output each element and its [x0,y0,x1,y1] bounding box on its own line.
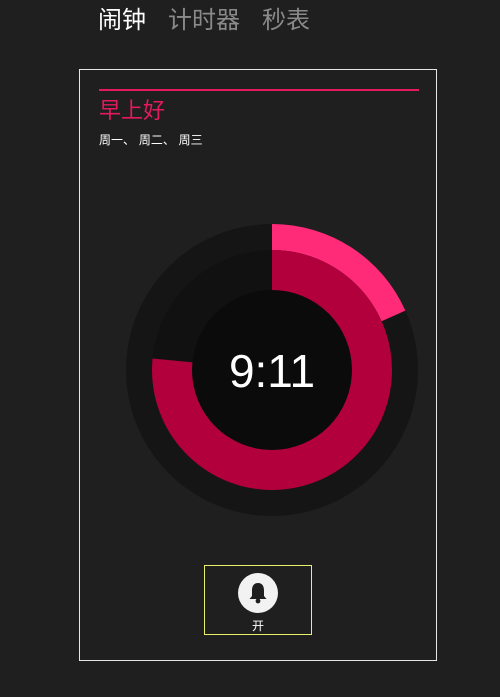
card-accent-line [99,89,419,91]
alarm-time: 9:11 [229,345,315,397]
alarm-dial[interactable]: 9:11 [126,208,418,530]
alarm-toggle-button[interactable]: 开 [204,565,312,635]
tab-timer[interactable]: 计时器 [168,4,240,36]
alarm-toggle-label: 开 [251,619,264,633]
pivot-tabs: 闹钟 计时器 秒表 [98,4,310,36]
bell-icon [249,583,267,604]
alarm-card[interactable]: 早上好 周一、 周二、 周三 9:11 开 [79,69,437,661]
bell-icon-circle [238,573,278,613]
tab-alarm[interactable]: 闹钟 [98,4,146,36]
alarm-title: 早上好 [99,99,166,124]
tab-stopwatch[interactable]: 秒表 [262,4,310,36]
alarm-app: 闹钟 计时器 秒表 早上好 周一、 周二、 周三 9:11 开 [0,0,500,697]
alarm-days: 周一、 周二、 周三 [99,133,203,147]
